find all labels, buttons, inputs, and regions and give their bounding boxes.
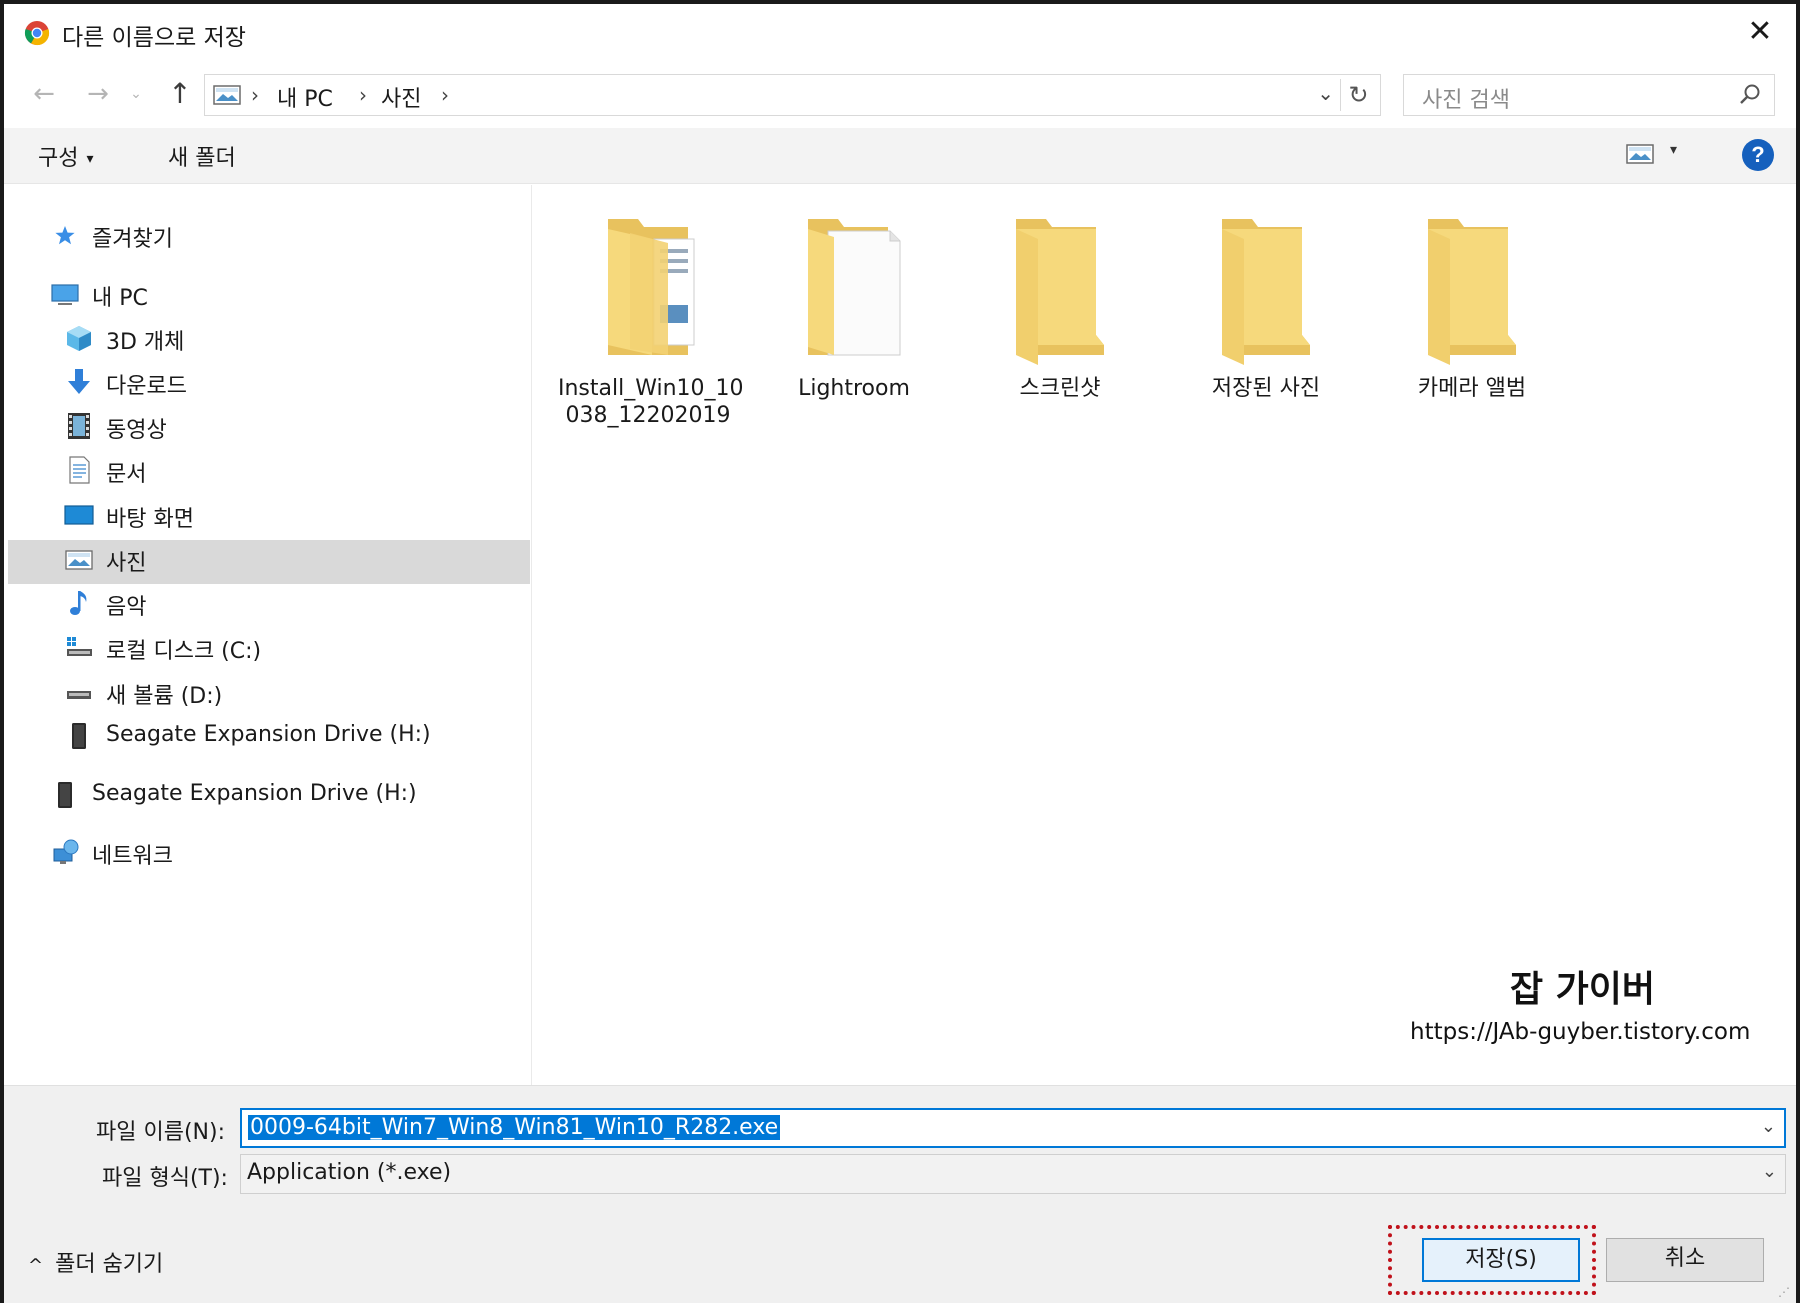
filename-label: 파일 이름(N): xyxy=(96,1120,225,1145)
folder-icon xyxy=(1016,219,1104,365)
resize-grip-icon[interactable]: ⋰ xyxy=(1778,1285,1792,1299)
download-icon xyxy=(68,369,90,394)
breadcrumb-separator: › xyxy=(251,83,259,107)
cancel-button[interactable]: 취소 xyxy=(1606,1238,1764,1282)
nav-item-label: 내 PC xyxy=(92,286,148,311)
navigation-pane: 즐겨찾기 내 PC 3D 개체 다운로드 동영상 문서 바탕 화면 사진 음악 … xyxy=(4,185,532,1085)
folder-name: Lightroom xyxy=(798,376,910,401)
folder-item[interactable]: Lightroom xyxy=(764,215,944,445)
organize-button[interactable]: 구성 ▾ xyxy=(38,140,94,172)
chevron-down-icon[interactable]: ⌄ xyxy=(1761,1116,1776,1137)
star-icon xyxy=(55,226,75,245)
watermark-url: https://JAb-guyber.tistory.com xyxy=(1410,1019,1751,1045)
folder-icon xyxy=(1428,219,1516,365)
recent-locations-button[interactable]: ⌄ xyxy=(126,76,146,112)
nav-item-label: 바탕 화면 xyxy=(106,507,194,532)
pictures-icon xyxy=(213,85,241,105)
hide-folders-button[interactable]: ^ 폴더 숨기기 xyxy=(28,1246,163,1278)
nav-item-label: Seagate Expansion Drive (H:) xyxy=(106,722,431,747)
nav-item-label: Seagate Expansion Drive (H:) xyxy=(92,781,417,806)
title-bar: 다른 이름으로 저장 ✕ xyxy=(4,4,1796,60)
file-list: Install_Win10_10 038_12202019 Lightroom xyxy=(534,185,1796,1085)
address-bar[interactable]: › 내 PC › 사진 › ⌄ ↻ xyxy=(204,74,1381,116)
search-placeholder: 사진 검색 xyxy=(1422,88,1510,113)
nav-item-label: 음악 xyxy=(106,595,147,620)
save-options-panel: 파일 이름(N): 0009-64bit_Win7_Win8_Win81_Win… xyxy=(4,1085,1796,1303)
nav-item-label: 로컬 디스크 (C:) xyxy=(106,639,262,664)
chevron-down-icon: ▾ xyxy=(86,151,94,167)
watermark-title: 잡 가이버 xyxy=(1510,969,1656,1010)
address-dropdown-icon[interactable]: ⌄ xyxy=(1317,81,1334,105)
external-drive-icon xyxy=(58,782,72,808)
save-as-dialog: 다른 이름으로 저장 ✕ ← → ⌄ ↑ › 내 PC › 사진 › ⌄ ↻ 사… xyxy=(0,0,1800,1303)
folder-name: 스크린샷 xyxy=(1019,376,1101,401)
external-drive-icon xyxy=(72,723,86,749)
view-options-icon[interactable] xyxy=(1626,144,1654,164)
command-bar: 구성 ▾ 새 폴더 ▾ ? xyxy=(4,128,1796,184)
close-button[interactable]: ✕ xyxy=(1738,12,1782,52)
desktop-icon xyxy=(64,505,94,525)
up-button[interactable]: ↑ xyxy=(162,76,198,112)
nav-item-label: 동영상 xyxy=(106,418,167,443)
breadcrumb-this-pc[interactable]: 내 PC xyxy=(277,81,333,113)
folder-name: 카메라 앨범 xyxy=(1417,376,1527,401)
search-input[interactable]: 사진 검색 xyxy=(1403,74,1775,116)
folder-item[interactable]: 스크린샷 xyxy=(970,215,1150,445)
folder-item[interactable]: Install_Win10_10 038_12202019 xyxy=(558,215,744,445)
organize-label: 구성 xyxy=(38,146,79,171)
folder-name: Install_Win10_10 038_12202019 xyxy=(558,376,744,428)
drive-icon xyxy=(67,691,91,699)
nav-item-label: 새 볼륨 (D:) xyxy=(106,684,223,709)
breadcrumb-separator: › xyxy=(441,83,449,107)
save-button[interactable]: 저장(S) xyxy=(1422,1238,1580,1282)
nav-item-label: 3D 개체 xyxy=(106,330,185,355)
new-folder-button[interactable]: 새 폴더 xyxy=(168,140,236,172)
pc-icon xyxy=(51,284,79,305)
local-disk-icon xyxy=(67,637,92,656)
filetype-label: 파일 형식(T): xyxy=(102,1166,228,1191)
folder-item[interactable]: 카메라 앨범 xyxy=(1382,215,1562,445)
pictures-icon xyxy=(65,550,93,570)
hide-folders-label: 폴더 숨기기 xyxy=(55,1252,164,1277)
chevron-down-icon[interactable]: ⌄ xyxy=(1762,1161,1777,1182)
address-row: ← → ⌄ ↑ › 내 PC › 사진 › ⌄ ↻ 사진 검색 xyxy=(4,70,1796,120)
chevron-up-icon: ^ xyxy=(28,1255,44,1276)
search-icon xyxy=(1740,84,1760,104)
view-dropdown-icon[interactable]: ▾ xyxy=(1670,142,1677,158)
music-icon xyxy=(70,591,87,615)
nav-item-label: 네트워크 xyxy=(92,844,173,869)
breadcrumb-separator: › xyxy=(359,83,367,107)
video-icon xyxy=(68,413,90,439)
network-icon xyxy=(53,839,79,864)
document-icon xyxy=(69,456,90,484)
nav-item-label: 다운로드 xyxy=(106,374,187,399)
nav-item-label: 사진 xyxy=(106,551,147,576)
folder-item[interactable]: 저장된 사진 xyxy=(1176,215,1356,445)
filetype-select[interactable]: Application (*.exe) ⌄ xyxy=(240,1154,1786,1194)
filetype-value: Application (*.exe) xyxy=(247,1160,452,1185)
cube-icon xyxy=(67,326,91,351)
nav-item-label: 즐겨찾기 xyxy=(92,227,173,252)
folder-icon xyxy=(1222,219,1310,365)
back-button[interactable]: ← xyxy=(26,76,62,112)
filename-field[interactable]: 0009-64bit_Win7_Win8_Win81_Win10_R282.ex… xyxy=(240,1108,1786,1148)
folder-with-document-icon xyxy=(808,219,901,356)
filename-value: 0009-64bit_Win7_Win8_Win81_Win10_R282.ex… xyxy=(248,1115,781,1140)
nav-item-label: 문서 xyxy=(106,462,147,487)
refresh-button[interactable]: ↻ xyxy=(1340,79,1376,111)
help-button[interactable]: ? xyxy=(1742,139,1774,171)
breadcrumb-pictures[interactable]: 사진 xyxy=(381,81,421,113)
chrome-icon xyxy=(24,21,50,46)
folder-with-documents-icon xyxy=(608,219,695,355)
forward-button[interactable]: → xyxy=(80,76,116,112)
dialog-title: 다른 이름으로 저장 xyxy=(62,25,246,51)
folder-name: 저장된 사진 xyxy=(1211,376,1321,401)
